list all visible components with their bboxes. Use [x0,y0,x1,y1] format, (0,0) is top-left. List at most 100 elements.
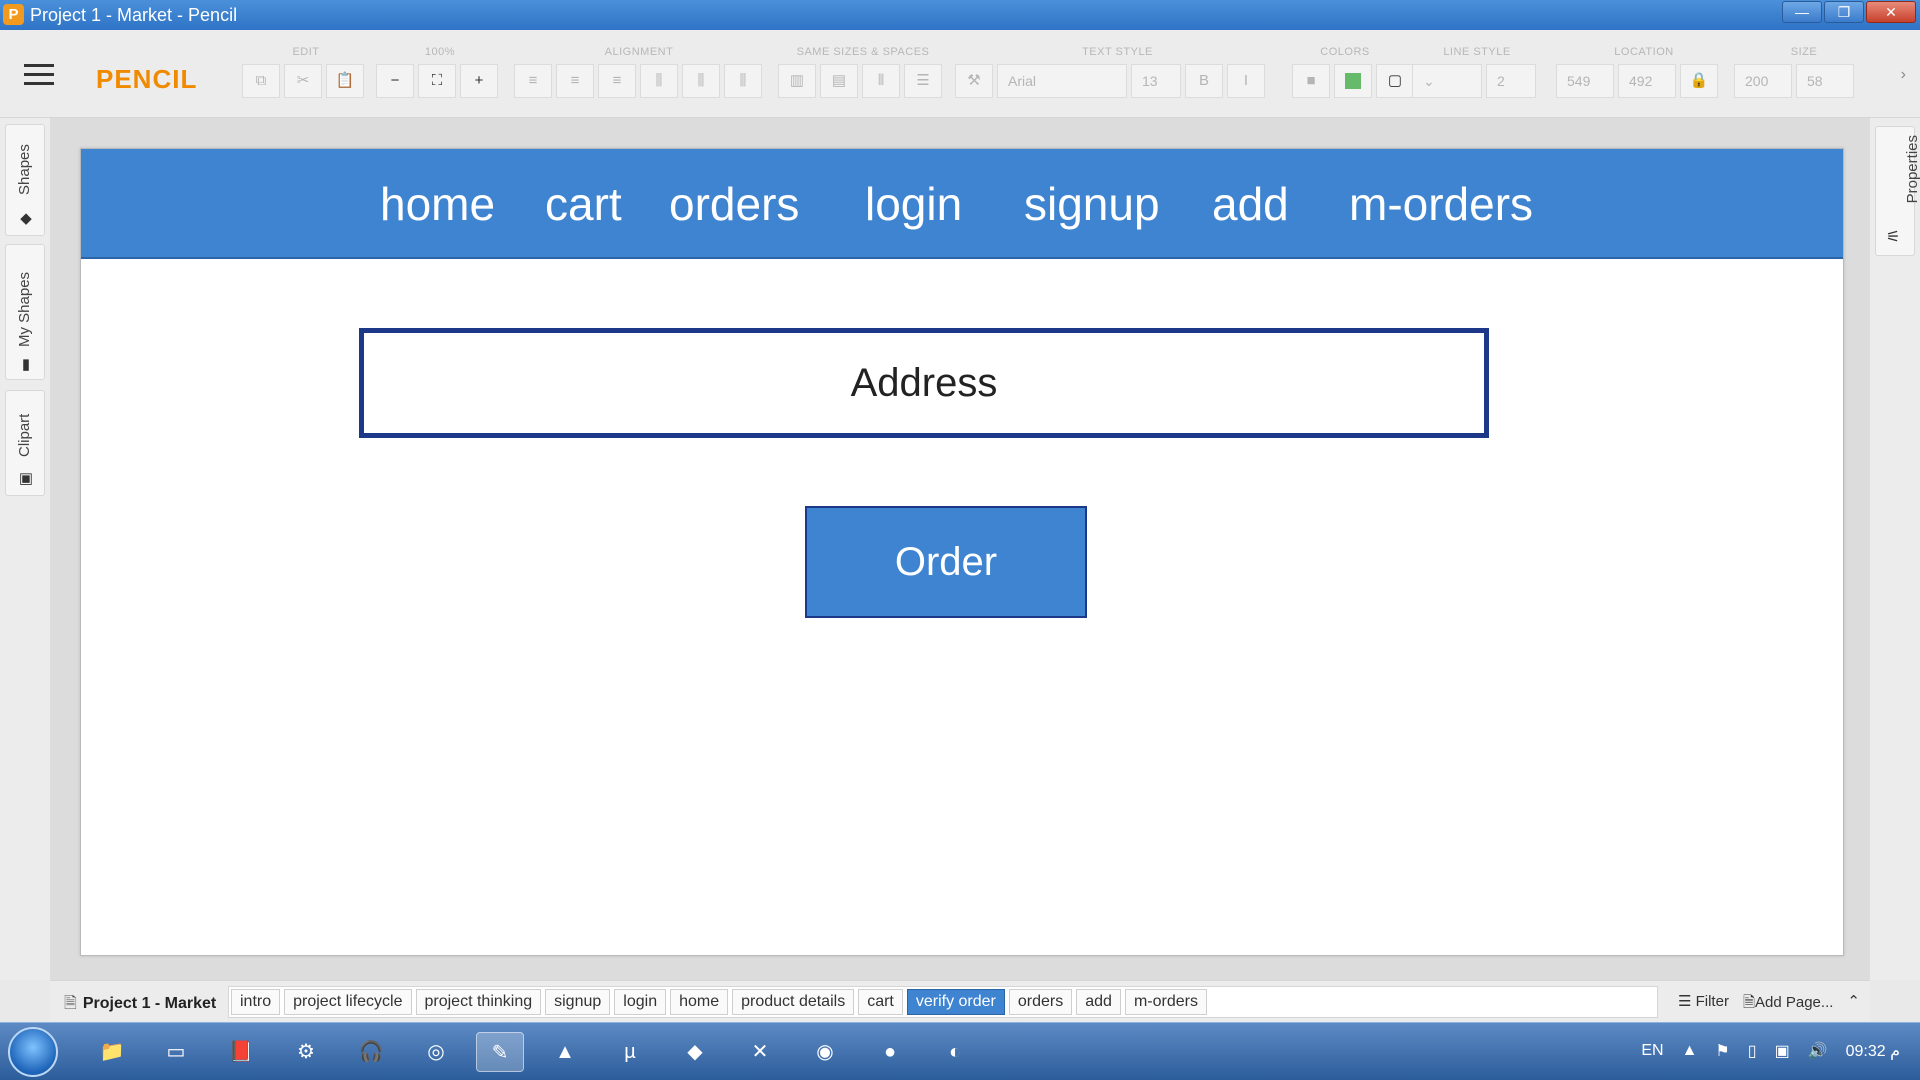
paste-icon[interactable]: 📋 [326,64,364,98]
page-tab[interactable]: project lifecycle [284,989,412,1015]
page-tab[interactable]: login [614,989,667,1015]
line-style-select[interactable]: ⌄ [1412,64,1482,98]
file-explorer-icon[interactable]: 📁 [88,1032,136,1072]
align-center-icon[interactable]: ≡ [556,64,594,98]
page-tab-active[interactable]: verify order [906,989,1005,1015]
app-circle-icon[interactable]: ◐ [931,1032,979,1072]
page-tab[interactable]: m-orders [1124,989,1207,1015]
app-logo: PENCIL [96,64,198,94]
network-icon[interactable]: ◆ [671,1032,719,1072]
properties-tab-label: Properties [1904,135,1920,204]
vscode-icon[interactable]: ✕ [736,1032,784,1072]
page-tab[interactable]: project thinking [415,989,542,1015]
flag-icon[interactable]: ⚑ [1715,1041,1729,1061]
add-page-button[interactable]: 🗎Add Page... [1743,992,1833,1017]
clipart-tab[interactable]: Clipart ▣ [5,390,45,496]
nav-orders[interactable]: orders [669,177,799,231]
text-color-button[interactable]: ■ [1292,64,1330,98]
pencil-taskbar-icon[interactable]: ✎ [476,1032,524,1072]
location-x-field[interactable]: 549 [1556,64,1614,98]
align-bottom-icon[interactable]: ⫼ [724,64,762,98]
font-size-field[interactable]: 13 [1131,64,1181,98]
page-tab[interactable]: cart [858,989,903,1015]
mockup-navbar[interactable]: home cart orders login signup add m-orde… [81,149,1843,259]
colors-group: COLORS ■ ▢ [1292,46,1414,102]
copy-icon[interactable]: ⧉ [242,64,280,98]
window-controls: — ❐ ✕ [1782,1,1916,23]
line-style-group-label: LINE STYLE [1443,46,1511,58]
language-indicator[interactable]: EN [1641,1042,1663,1060]
chevron-up-icon[interactable]: ⌃ [1847,992,1860,1017]
headset-icon[interactable]: 🎧 [347,1032,395,1072]
properties-tab[interactable]: Properties ⚟ [1875,126,1920,256]
minimize-button[interactable]: — [1782,1,1822,23]
size-w-field[interactable]: 200 [1734,64,1792,98]
italic-button[interactable]: I [1227,64,1265,98]
shapes-tab[interactable]: Shapes ◆ [5,124,45,236]
lock-icon[interactable]: 🔒 [1680,64,1718,98]
project-name[interactable]: 🗎 Project 1 - Market [64,992,216,1019]
page-tab[interactable]: signup [545,989,611,1015]
zoom-out-icon[interactable]: − [376,64,414,98]
left-panel: Shapes ◆ My Shapes ▮ Clipart ▣ [0,118,50,980]
pages-bar: 🗎 Project 1 - Market intro project lifecy… [50,980,1870,1022]
size-h-field[interactable]: 58 [1796,64,1854,98]
text-style-group: TEXT STYLE ⚒ Arial 13 B I [955,46,1280,102]
align-right-icon[interactable]: ≡ [598,64,636,98]
fit-icon[interactable]: ⛶ [418,64,456,98]
same-width-icon[interactable]: ▥ [778,64,816,98]
stroke-color-button[interactable]: ▢ [1376,64,1414,98]
order-button[interactable]: Order [805,506,1087,618]
clipart-tab-label: Clipart [16,413,33,457]
page-tab[interactable]: add [1076,989,1121,1015]
clock[interactable]: 09:32 م [1846,1041,1900,1061]
my-shapes-icon: ▮ [21,356,31,373]
location-y-field[interactable]: 492 [1618,64,1676,98]
cut-icon[interactable]: ✂ [284,64,322,98]
page-tab[interactable]: product details [732,989,855,1015]
align-top-icon[interactable]: ⫼ [640,64,678,98]
terminal-icon[interactable]: ▭ [152,1032,200,1072]
chrome-icon[interactable]: ◉ [801,1032,849,1072]
nav-m-orders[interactable]: m-orders [1349,177,1533,231]
nav-login[interactable]: login [865,177,962,231]
utorrent-icon[interactable]: µ [606,1032,654,1072]
address-input[interactable]: Address [359,328,1489,438]
nav-signup[interactable]: signup [1024,177,1160,231]
start-button[interactable] [8,1027,58,1077]
mockup-page[interactable]: home cart orders login signup add m-orde… [80,148,1844,956]
media-icon[interactable]: ◎ [412,1032,460,1072]
format-painter-icon[interactable]: ⚒ [955,64,993,98]
align-middle-icon[interactable]: ⫼ [682,64,720,98]
close-button[interactable]: ✕ [1866,1,1916,23]
space-h-icon[interactable]: ⫴ [862,64,900,98]
font-select[interactable]: Arial [997,64,1127,98]
toolbar-more-icon[interactable]: › [1901,66,1906,84]
page-tab[interactable]: home [670,989,729,1015]
my-shapes-tab[interactable]: My Shapes ▮ [5,244,45,380]
battery-icon[interactable]: ▯ [1748,1041,1757,1061]
maximize-button[interactable]: ❐ [1824,1,1864,23]
same-height-icon[interactable]: ▤ [820,64,858,98]
vlc-icon[interactable]: ▲ [541,1032,589,1072]
line-width-field[interactable]: 2 [1486,64,1536,98]
tray-expand-icon[interactable]: ▲ [1682,1042,1698,1060]
fill-color-button[interactable] [1334,64,1372,98]
page-tab[interactable]: orders [1008,989,1073,1015]
pdf-icon[interactable]: 📕 [217,1032,265,1072]
zoom-in-icon[interactable]: + [460,64,498,98]
space-v-icon[interactable]: ☰ [904,64,942,98]
bold-button[interactable]: B [1185,64,1223,98]
page-tabs: intro project lifecycle project thinking… [228,986,1658,1018]
menu-icon[interactable] [24,64,54,86]
filter-button[interactable]: ☰ Filter [1678,992,1729,1017]
page-tab[interactable]: intro [231,989,281,1015]
align-left-icon[interactable]: ≡ [514,64,552,98]
volume-icon[interactable]: 🔊 [1808,1041,1828,1061]
nav-cart[interactable]: cart [545,177,622,231]
nav-add[interactable]: add [1212,177,1289,231]
messenger-icon[interactable]: ● [866,1032,914,1072]
disk-utility-icon[interactable]: ⚙ [282,1032,330,1072]
nav-home[interactable]: home [380,177,495,231]
network-tray-icon[interactable]: ▣ [1775,1041,1790,1061]
